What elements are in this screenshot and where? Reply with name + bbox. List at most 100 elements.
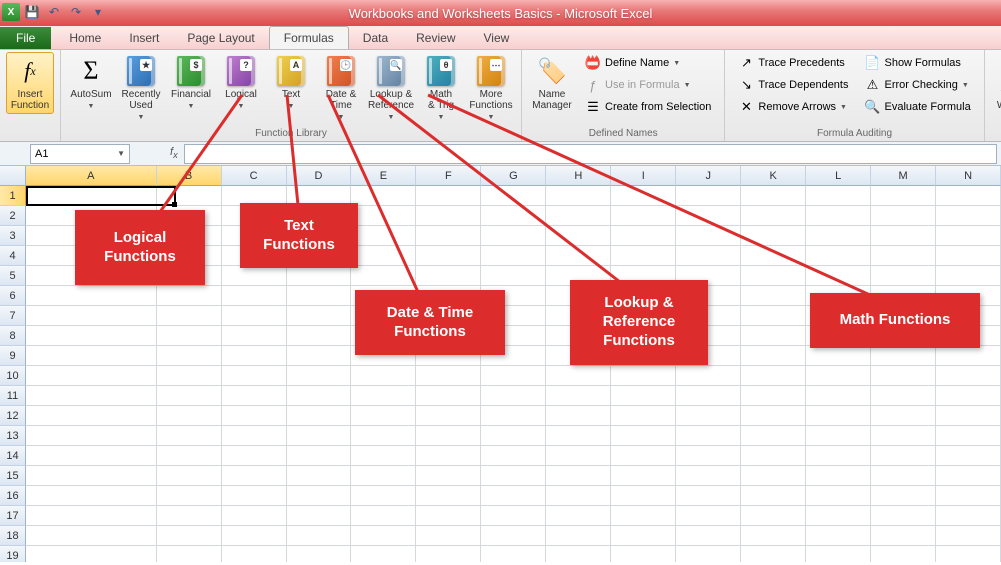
cell[interactable] [611, 466, 676, 486]
cell[interactable] [351, 186, 416, 206]
recently-used-button[interactable]: ★ Recently Used▼ [117, 52, 165, 126]
cell[interactable] [611, 506, 676, 526]
cell[interactable] [741, 466, 806, 486]
cell[interactable] [741, 386, 806, 406]
cell[interactable] [546, 406, 611, 426]
cell[interactable] [287, 546, 352, 562]
row-header-8[interactable]: 8 [0, 326, 26, 346]
fx-icon[interactable]: fx [170, 146, 178, 160]
cell[interactable] [871, 366, 936, 386]
tab-file[interactable]: File [0, 27, 51, 49]
cell[interactable] [806, 506, 871, 526]
cell[interactable] [351, 466, 416, 486]
cell[interactable] [871, 246, 936, 266]
row-header-16[interactable]: 16 [0, 486, 26, 506]
row-header-1[interactable]: 1 [0, 186, 26, 206]
cell[interactable] [741, 446, 806, 466]
cell[interactable] [287, 426, 352, 446]
cell[interactable] [351, 246, 416, 266]
row-header-17[interactable]: 17 [0, 506, 26, 526]
cell[interactable] [741, 546, 806, 562]
cell[interactable] [481, 386, 546, 406]
column-header-G[interactable]: G [481, 166, 546, 186]
cell[interactable] [871, 486, 936, 506]
row-header-12[interactable]: 12 [0, 406, 26, 426]
cell[interactable] [936, 246, 1001, 266]
cell[interactable] [676, 206, 741, 226]
cell[interactable] [806, 486, 871, 506]
cell[interactable] [871, 466, 936, 486]
cell[interactable] [546, 546, 611, 562]
cell[interactable] [287, 286, 352, 306]
cell[interactable] [26, 526, 157, 546]
cell[interactable] [157, 366, 222, 386]
cell[interactable] [871, 506, 936, 526]
qat-undo-icon[interactable]: ↶ [44, 2, 64, 22]
cell[interactable] [481, 246, 546, 266]
insert-function-button[interactable]: fx Insert Function [6, 52, 54, 114]
cell[interactable] [26, 186, 157, 206]
cell[interactable] [26, 446, 157, 466]
cell[interactable] [222, 546, 287, 562]
cell[interactable] [416, 426, 481, 446]
cell[interactable] [26, 286, 157, 306]
cell[interactable] [26, 326, 157, 346]
cell[interactable] [871, 526, 936, 546]
lookup-button[interactable]: 🔍 Lookup & Reference▼ [367, 52, 415, 126]
tab-insert[interactable]: Insert [115, 27, 173, 49]
cell[interactable] [416, 526, 481, 546]
cell[interactable] [741, 286, 806, 306]
cell[interactable] [871, 426, 936, 446]
cell[interactable] [222, 286, 287, 306]
cell[interactable] [741, 366, 806, 386]
logical-button[interactable]: ? Logical▼ [217, 52, 265, 115]
cell[interactable] [481, 266, 546, 286]
row-header-2[interactable]: 2 [0, 206, 26, 226]
cell[interactable] [416, 486, 481, 506]
cell[interactable] [26, 426, 157, 446]
cell[interactable] [936, 406, 1001, 426]
column-header-B[interactable]: B [157, 166, 222, 186]
row-header-4[interactable]: 4 [0, 246, 26, 266]
cell[interactable] [936, 426, 1001, 446]
cell[interactable] [806, 246, 871, 266]
cell[interactable] [416, 406, 481, 426]
column-header-H[interactable]: H [546, 166, 611, 186]
cell[interactable] [806, 386, 871, 406]
cell[interactable] [546, 526, 611, 546]
trace-precedents-button[interactable]: ↗Trace Precedents [731, 52, 855, 74]
cell[interactable] [676, 546, 741, 562]
financial-button[interactable]: $ Financial▼ [167, 52, 215, 115]
tab-view[interactable]: View [470, 27, 524, 49]
cell[interactable] [351, 366, 416, 386]
cell[interactable] [351, 526, 416, 546]
cell[interactable] [351, 546, 416, 562]
row-header-11[interactable]: 11 [0, 386, 26, 406]
cell[interactable] [871, 406, 936, 426]
use-in-formula-button[interactable]: ƒUse in Formula ▼ [578, 74, 718, 96]
cell[interactable] [546, 206, 611, 226]
cell[interactable] [222, 446, 287, 466]
row-header-6[interactable]: 6 [0, 286, 26, 306]
date-time-button[interactable]: 🕒 Date & Time▼ [317, 52, 365, 126]
cell[interactable] [351, 226, 416, 246]
cell[interactable] [222, 326, 287, 346]
cell[interactable] [481, 406, 546, 426]
cell[interactable] [611, 366, 676, 386]
name-box[interactable]: A1▼ [30, 144, 130, 164]
cell[interactable] [741, 326, 806, 346]
cell[interactable] [546, 246, 611, 266]
cell[interactable] [481, 226, 546, 246]
row-header-19[interactable]: 19 [0, 546, 26, 562]
cell[interactable] [936, 346, 1001, 366]
cell[interactable] [287, 506, 352, 526]
cell[interactable] [741, 186, 806, 206]
cell[interactable] [351, 446, 416, 466]
cell[interactable] [806, 526, 871, 546]
cell[interactable] [481, 486, 546, 506]
cell[interactable] [741, 306, 806, 326]
cell[interactable] [157, 346, 222, 366]
cell[interactable] [351, 406, 416, 426]
cell[interactable] [222, 266, 287, 286]
cell[interactable] [936, 546, 1001, 562]
